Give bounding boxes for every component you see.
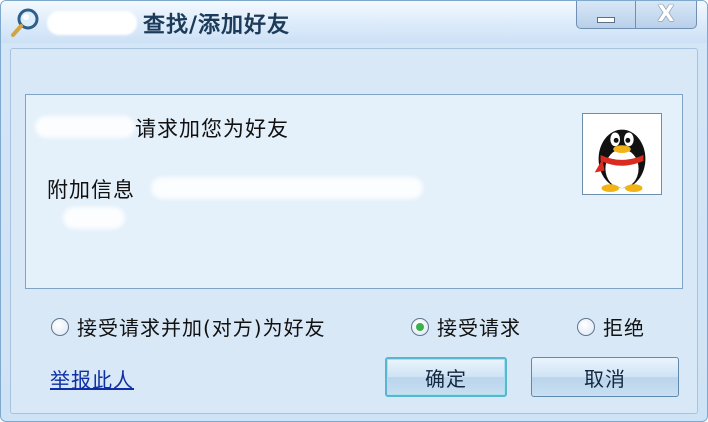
window-title: 查找/添加好友 [143, 13, 291, 38]
report-user-link[interactable]: 举报此人 [50, 364, 134, 393]
radio-reject[interactable]: 拒绝 [577, 312, 645, 341]
minimize-icon [597, 16, 615, 23]
search-magnifier-icon [11, 8, 39, 37]
radio-checked-icon[interactable] [411, 317, 429, 336]
extra-info-label: 附加信息 [47, 178, 135, 202]
redacted-requester-name [35, 116, 135, 138]
minimize-button[interactable] [576, 1, 636, 29]
redacted-extra-info-line2 [63, 207, 125, 229]
title-bar[interactable]: 查找/添加好友 X [1, 1, 707, 43]
close-button[interactable]: X [635, 1, 697, 29]
radio-unchecked-icon[interactable] [51, 317, 69, 336]
ok-button[interactable]: 确定 [385, 357, 507, 397]
radio-accept[interactable]: 接受请求 [411, 312, 521, 341]
request-message: 请求加您为好友 [135, 117, 289, 141]
redacted-extra-info [151, 177, 423, 199]
radio-accept-and-add[interactable]: 接受请求并加(对方)为好友 [51, 312, 326, 341]
radio-accept-label: 接受请求 [437, 316, 521, 340]
cancel-button[interactable]: 取消 [531, 357, 679, 397]
radio-unchecked-icon[interactable] [577, 317, 595, 336]
radio-accept-and-add-label: 接受请求并加(对方)为好友 [77, 316, 326, 340]
penguin-avatar-icon[interactable] [582, 113, 662, 195]
redacted-username [47, 11, 137, 35]
radio-reject-label: 拒绝 [603, 316, 645, 340]
close-icon: X [657, 1, 675, 27]
add-friend-dialog: 查找/添加好友 X 请求加您为好友 附加信息 接受请求并加(对方)为好友 接受请… [0, 0, 708, 422]
